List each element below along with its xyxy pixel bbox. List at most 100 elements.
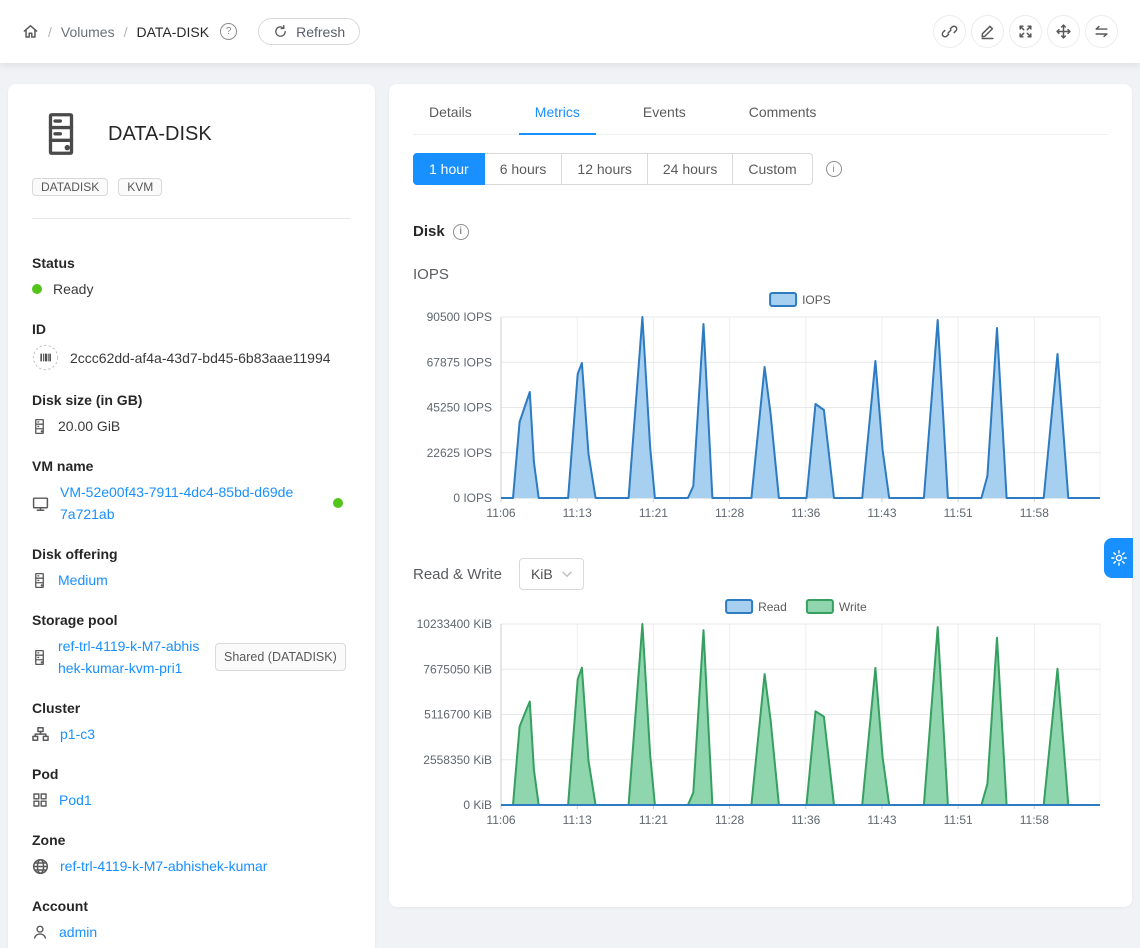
- breadcrumb: / Volumes / DATA-DISK ? Refresh: [22, 18, 360, 45]
- field-label: Disk offering: [32, 546, 351, 562]
- field-label: Account: [32, 898, 351, 914]
- range-6-hours[interactable]: 6 hours: [485, 153, 563, 185]
- field-disk-size: Disk size (in GB) 20.00 GiB: [32, 392, 351, 437]
- range-24-hours[interactable]: 24 hours: [648, 153, 733, 185]
- disk-info-icon[interactable]: i: [453, 224, 469, 240]
- settings-fab[interactable]: [1104, 538, 1133, 578]
- svg-text:11:21: 11:21: [639, 506, 668, 520]
- tab-metrics[interactable]: Metrics: [519, 90, 596, 134]
- page-title: DATA-DISK: [108, 123, 212, 146]
- unit-select[interactable]: KiB: [519, 558, 584, 590]
- svg-text:0 KiB: 0 KiB: [463, 798, 492, 812]
- storage-pool-link[interactable]: ref-trl-4119-k-M7-abhishek-kumar-kvm-pri…: [58, 635, 204, 679]
- volume-detail-card: Details Metrics Events Comments 1 hour 6…: [389, 84, 1132, 907]
- page-header: / Volumes / DATA-DISK ? Refresh: [0, 0, 1140, 63]
- zone-link[interactable]: ref-trl-4119-k-M7-abhishek-kumar: [60, 855, 267, 877]
- vm-name-link[interactable]: VM-52e00f43-7911-4dc4-85bd-d69de7a721ab: [60, 481, 300, 525]
- zone-globe-icon: [32, 858, 49, 875]
- field-disk-offering: Disk offering Medium: [32, 546, 351, 591]
- range-1-hour[interactable]: 1 hour: [413, 153, 485, 185]
- svg-text:Read: Read: [758, 600, 787, 614]
- field-label: Disk size (in GB): [32, 392, 351, 408]
- svg-text:11:51: 11:51: [944, 506, 973, 520]
- help-icon[interactable]: ?: [220, 23, 237, 40]
- refresh-icon: [273, 24, 288, 39]
- svg-text:5116700 KiB: 5116700 KiB: [424, 708, 492, 722]
- migrate-button[interactable]: [1085, 15, 1118, 48]
- tab-details[interactable]: Details: [413, 90, 488, 134]
- svg-text:11:28: 11:28: [715, 813, 744, 827]
- fullscreen-button[interactable]: [1009, 15, 1042, 48]
- svg-text:11:58: 11:58: [1020, 506, 1049, 520]
- pod-icon: [32, 792, 48, 808]
- cluster-link[interactable]: p1-c3: [60, 723, 95, 745]
- tab-comments[interactable]: Comments: [733, 90, 833, 134]
- svg-text:45250 IOPS: 45250 IOPS: [427, 401, 492, 415]
- field-label: Zone: [32, 832, 351, 848]
- range-custom[interactable]: Custom: [733, 153, 812, 185]
- tag-kvm[interactable]: KVM: [118, 178, 162, 196]
- svg-text:11:36: 11:36: [791, 506, 820, 520]
- svg-text:11:28: 11:28: [715, 506, 744, 520]
- user-icon: [32, 924, 48, 940]
- field-storage-pool: Storage pool ref-trl-4119-k-M7-abhishek-…: [32, 612, 351, 679]
- info-glyph: i: [832, 164, 834, 175]
- refresh-button[interactable]: Refresh: [258, 18, 360, 45]
- svg-text:11:06: 11:06: [486, 813, 515, 827]
- disk-offering-icon: [32, 572, 47, 589]
- breadcrumb-separator: /: [124, 24, 128, 40]
- svg-text:11:13: 11:13: [563, 813, 592, 827]
- svg-text:2558350 KiB: 2558350 KiB: [423, 753, 492, 767]
- iops-chart-title: IOPS: [413, 266, 1108, 283]
- pod-link[interactable]: Pod1: [59, 789, 92, 811]
- field-label: Status: [32, 255, 351, 271]
- disk-offering-link[interactable]: Medium: [58, 569, 108, 591]
- read-write-chart: 0 KiB2558350 KiB5116700 KiB7675050 KiB10…: [413, 598, 1108, 845]
- field-label: Cluster: [32, 700, 351, 716]
- svg-text:67875 IOPS: 67875 IOPS: [427, 355, 492, 369]
- vm-icon: [32, 495, 49, 512]
- edit-button[interactable]: [971, 15, 1004, 48]
- iops-chart: 0 IOPS 22625 IOPS 45250 IOPS 67875 IOPS 9050…: [413, 291, 1108, 538]
- field-vm-name: VM name VM-52e00f43-7911-4dc4-85bd-d69de…: [32, 458, 351, 525]
- home-icon[interactable]: [22, 23, 39, 40]
- barcode-icon: [32, 344, 59, 371]
- id-value: 2ccc62dd-af4a-43d7-bd45-6b83aae11994: [70, 347, 331, 369]
- field-label: VM name: [32, 458, 351, 474]
- tab-events[interactable]: Events: [627, 90, 702, 134]
- read-write-row: Read & Write KiB: [413, 558, 1108, 590]
- svg-text:0 IOPS: 0 IOPS: [453, 491, 492, 505]
- svg-text:22625 IOPS: 22625 IOPS: [427, 446, 492, 460]
- storage-pool-badge: Shared (DATADISK): [215, 643, 346, 671]
- link-button[interactable]: [933, 15, 966, 48]
- time-range-row: 1 hour 6 hours 12 hours 24 hours Custom …: [413, 153, 1108, 185]
- field-pod: Pod Pod1: [32, 766, 351, 811]
- info-glyph: i: [459, 226, 462, 237]
- volume-summary-card: DATA-DISK DATADISK KVM Status Ready ID: [8, 84, 375, 948]
- svg-text:90500 IOPS: 90500 IOPS: [427, 310, 492, 324]
- volume-icon: [40, 110, 82, 158]
- field-label: Storage pool: [32, 612, 351, 628]
- field-label: ID: [32, 321, 351, 337]
- field-zone: Zone ref-trl-4119-k-M7-abhishek-kumar: [32, 832, 351, 877]
- move-button[interactable]: [1047, 15, 1080, 48]
- tag-datadisk[interactable]: DATADISK: [32, 178, 108, 196]
- header-actions: [933, 15, 1118, 48]
- svg-text:11:51: 11:51: [944, 813, 973, 827]
- svg-text:11:43: 11:43: [867, 506, 896, 520]
- svg-text:IOPS: IOPS: [802, 293, 831, 307]
- range-12-hours[interactable]: 12 hours: [562, 153, 647, 185]
- time-range-group: 1 hour 6 hours 12 hours 24 hours Custom: [413, 153, 813, 185]
- breadcrumb-volumes[interactable]: Volumes: [61, 24, 115, 40]
- tag-list: DATADISK KVM: [32, 178, 351, 196]
- status-dot: [32, 284, 42, 294]
- unit-select-value: KiB: [531, 566, 553, 582]
- account-link[interactable]: admin: [59, 921, 97, 943]
- svg-text:11:43: 11:43: [867, 813, 896, 827]
- svg-text:7675050 KiB: 7675050 KiB: [423, 662, 492, 676]
- breadcrumb-separator: /: [48, 24, 52, 40]
- tab-bar: Details Metrics Events Comments: [413, 90, 1108, 135]
- range-info-icon[interactable]: i: [826, 161, 842, 177]
- disk-icon: [32, 418, 47, 435]
- svg-text:11:36: 11:36: [791, 813, 820, 827]
